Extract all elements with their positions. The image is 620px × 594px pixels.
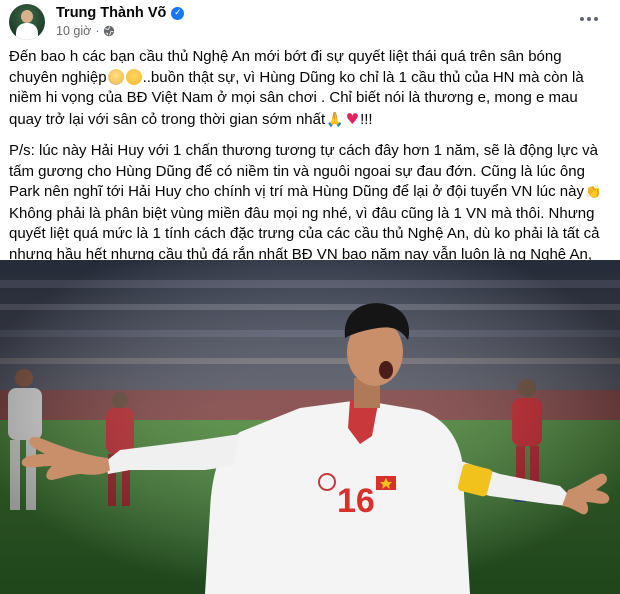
post-body: Đến bao h các bạn cầu thủ Nghệ An mới bớ… bbox=[9, 47, 613, 286]
post-meta: 10 giờ · bbox=[56, 24, 115, 38]
post-photo[interactable]: 16 bbox=[0, 260, 620, 594]
post-timestamp[interactable]: 10 giờ bbox=[56, 24, 91, 38]
avatar-torso bbox=[16, 23, 38, 40]
more-dot bbox=[594, 17, 598, 21]
globe-icon[interactable] bbox=[103, 25, 115, 37]
paragraph-1-text-3: !!! bbox=[360, 110, 373, 128]
praying-hands-emoji-icon: 🙏 bbox=[326, 111, 344, 128]
jersey-number: 16 bbox=[337, 482, 375, 520]
cold-sweat-emoji-icon bbox=[107, 68, 124, 85]
sad-face-emoji-icon bbox=[125, 68, 142, 85]
post-paragraph-1: Đến bao h các bạn cầu thủ Nghệ An mới bớ… bbox=[9, 47, 613, 130]
author-avatar[interactable] bbox=[9, 4, 45, 40]
more-dot bbox=[580, 17, 584, 21]
avatar-head bbox=[21, 10, 33, 23]
more-options-icon[interactable] bbox=[580, 12, 602, 26]
post-header: Trung Thành Võ ✓ 10 giờ · bbox=[0, 0, 620, 44]
author-name[interactable]: Trung Thành Võ bbox=[56, 5, 166, 21]
meta-separator: · bbox=[95, 24, 100, 38]
heart-emoji-icon: ♥ bbox=[345, 109, 360, 128]
paragraph-2-text-1: P/s: lúc này Hải Huy với 1 chấn thương t… bbox=[9, 142, 598, 200]
verified-badge-icon: ✓ bbox=[171, 6, 185, 20]
author-row: Trung Thành Võ ✓ bbox=[56, 5, 185, 21]
clapping-hands-emoji-icon: 👏 bbox=[584, 185, 602, 200]
more-dot bbox=[587, 17, 591, 21]
